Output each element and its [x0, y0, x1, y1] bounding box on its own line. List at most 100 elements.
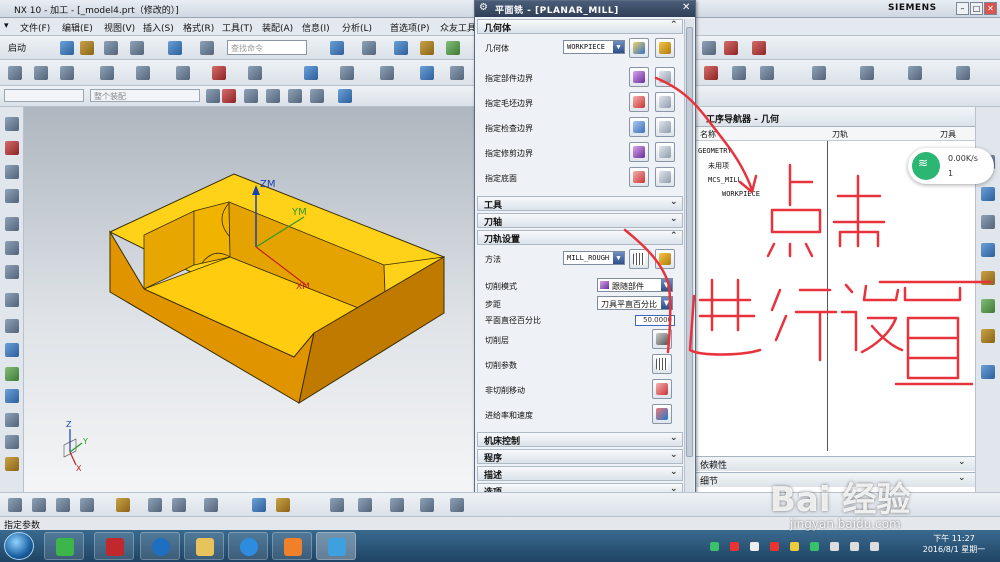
- dependency-panel[interactable]: 依赖性 ⌄: [696, 456, 976, 471]
- new-icon[interactable]: [60, 41, 74, 55]
- column-toolpath[interactable]: 刀轨: [832, 129, 848, 140]
- post-process-icon[interactable]: [340, 66, 354, 80]
- sketch-icon[interactable]: [732, 66, 746, 80]
- display-floor-button[interactable]: [655, 167, 675, 187]
- feature-icon[interactable]: [704, 66, 718, 80]
- box-select-icon[interactable]: [310, 89, 324, 103]
- open-icon[interactable]: [80, 41, 94, 55]
- tool-icon-13[interactable]: [5, 413, 19, 427]
- start-button[interactable]: 启动: [8, 41, 26, 54]
- trim-icon[interactable]: [956, 66, 970, 80]
- bottom-tool-icon-13[interactable]: [390, 498, 404, 512]
- tray-icon-7[interactable]: [830, 542, 839, 551]
- edit-method-button[interactable]: [655, 249, 675, 269]
- tray-icon-9[interactable]: [870, 542, 879, 551]
- bottom-tool-icon-7[interactable]: [172, 498, 186, 512]
- tool-icon-10[interactable]: [5, 343, 19, 357]
- minimize-button[interactable]: –: [956, 2, 969, 15]
- menu-format[interactable]: 格式(R): [183, 21, 214, 34]
- section-program[interactable]: 程序 ⌄: [477, 449, 683, 464]
- system-clock[interactable]: 下午 11:27 2016/8/1 星期一: [912, 533, 996, 555]
- section-geometry[interactable]: 几何体 ⌃: [477, 19, 683, 34]
- menu-edit[interactable]: 编辑(E): [62, 21, 93, 34]
- close-button[interactable]: ✕: [984, 2, 997, 15]
- tree-workpiece[interactable]: WORKPIECE: [722, 190, 760, 198]
- snap-icon[interactable]: [362, 41, 376, 55]
- non-cutting-moves-button[interactable]: [652, 379, 672, 399]
- specify-check-boundary-button[interactable]: [629, 117, 649, 137]
- menu-assembly[interactable]: 装配(A): [262, 21, 293, 34]
- tool-diameter-pct-input[interactable]: 50.0000: [635, 315, 675, 326]
- specify-blank-boundary-button[interactable]: [629, 92, 649, 112]
- edit-geometry-button[interactable]: [655, 38, 675, 58]
- method-dropdown[interactable]: MILL_ROUGH ▼: [563, 251, 625, 265]
- section-path-settings[interactable]: 刀轨设置 ⌃: [477, 230, 683, 245]
- tray-icon-3[interactable]: [750, 542, 759, 551]
- dialog-title-bar[interactable]: ⚙ 平面铣 - [PLANAR_MILL] ✕: [475, 1, 695, 17]
- shade-icon[interactable]: [446, 41, 460, 55]
- tree-unused-items[interactable]: 未用项: [708, 161, 729, 171]
- feeds-speeds-button[interactable]: [652, 404, 672, 424]
- geometry-dropdown[interactable]: WORKPIECE ▼: [563, 40, 625, 54]
- new-geometry-button[interactable]: [629, 38, 649, 58]
- specify-part-boundary-button[interactable]: [629, 67, 649, 87]
- specify-trim-boundary-button[interactable]: [629, 142, 649, 162]
- machine-icon[interactable]: [450, 66, 464, 80]
- taskbar-explorer[interactable]: [184, 532, 224, 560]
- sync-icon[interactable]: [860, 66, 874, 80]
- resource-icon-6[interactable]: [981, 299, 995, 313]
- snap-point-icon[interactable]: [222, 89, 236, 103]
- display-trim-boundary-button[interactable]: [655, 142, 675, 162]
- verify-path-icon[interactable]: [248, 66, 262, 80]
- column-tool[interactable]: 刀具: [940, 129, 956, 140]
- measure-icon[interactable]: [752, 41, 766, 55]
- undo-icon[interactable]: [130, 41, 144, 55]
- shop-doc-icon[interactable]: [380, 66, 394, 80]
- arrow-icon[interactable]: [244, 89, 258, 103]
- stepover-dropdown[interactable]: 刀具平直百分比 ▼: [597, 296, 673, 310]
- specify-floor-button[interactable]: [629, 167, 649, 187]
- tool-icon-14[interactable]: [5, 435, 19, 449]
- scrollbar-thumb[interactable]: [686, 27, 693, 457]
- redo-icon[interactable]: [168, 41, 182, 55]
- curve-icon[interactable]: [760, 66, 774, 80]
- bottom-tool-icon-11[interactable]: [330, 498, 344, 512]
- command-search-input[interactable]: 查找命令: [227, 40, 307, 55]
- render-icon[interactable]: [338, 89, 352, 103]
- bottom-tool-icon-10[interactable]: [276, 498, 290, 512]
- assembly-scope-dropdown[interactable]: 整个装配: [90, 89, 200, 102]
- taskbar-app-6[interactable]: [272, 532, 312, 560]
- taskbar-app-3[interactable]: [140, 532, 180, 560]
- tool-icon-7[interactable]: [5, 265, 19, 279]
- tool-icon-3[interactable]: [5, 165, 19, 179]
- generate-path-icon[interactable]: [176, 66, 190, 80]
- close-icon[interactable]: ✕: [682, 2, 690, 13]
- part-icon[interactable]: [420, 41, 434, 55]
- tray-security-icon[interactable]: [730, 542, 739, 551]
- tool-icon-9[interactable]: [5, 319, 19, 333]
- bottom-tool-icon-12[interactable]: [358, 498, 372, 512]
- column-name[interactable]: 名称: [700, 129, 716, 140]
- resource-icon-3[interactable]: [981, 215, 995, 229]
- bottom-tool-icon-4[interactable]: [80, 498, 94, 512]
- create-geometry-icon[interactable]: [60, 66, 74, 80]
- cut-levels-button[interactable]: [652, 329, 672, 349]
- gear-icon[interactable]: ⚙: [479, 2, 488, 13]
- taskbar-nx[interactable]: [316, 532, 356, 560]
- taskbar-app-2[interactable]: [94, 532, 134, 560]
- tray-icon-6[interactable]: [810, 542, 819, 551]
- bottom-tool-icon-3[interactable]: [56, 498, 70, 512]
- display-blank-boundary-button[interactable]: [655, 92, 675, 112]
- tray-volume-icon[interactable]: [850, 542, 859, 551]
- tool-icon-15[interactable]: [5, 457, 19, 471]
- tool-icon-4[interactable]: [5, 189, 19, 203]
- tool-icon-11[interactable]: [5, 367, 19, 381]
- tool-icon-2[interactable]: [5, 141, 19, 155]
- tool-icon-8[interactable]: [5, 293, 19, 307]
- tray-network-icon[interactable]: [710, 542, 719, 551]
- tool-icon-1[interactable]: [5, 117, 19, 131]
- create-tool-icon[interactable]: [34, 66, 48, 80]
- list-path-icon[interactable]: [304, 66, 318, 80]
- menu-insert[interactable]: 插入(S): [143, 21, 174, 34]
- bottom-tool-icon-9[interactable]: [252, 498, 266, 512]
